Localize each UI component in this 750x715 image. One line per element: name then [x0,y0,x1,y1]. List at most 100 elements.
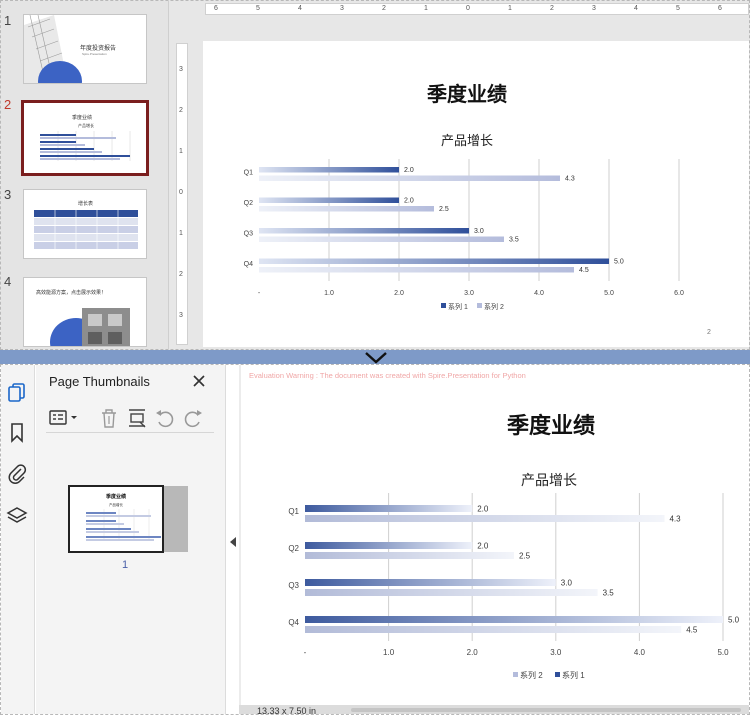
status-bar: 13.33 x 7.50 in [239,705,749,714]
slide-title: 季度业绩 [426,82,507,106]
legend-swatch [441,303,446,308]
bar-series-1 [305,579,556,586]
horizontal-scrollbar[interactable] [351,708,741,712]
x-tick-label: 5.0 [717,648,729,657]
y-tick-label: Q2 [244,200,253,207]
x-tick-label: 2.0 [394,290,404,297]
ruler-tick-label: 0 [466,5,470,12]
bar-series-1 [259,167,399,173]
slide-thumbnail-4[interactable]: 高效能源方案，点击展示效果！ [23,277,147,347]
ruler-tick-label: 2 [382,5,386,12]
data-label: 2.0 [404,198,414,205]
delete-page-icon[interactable] [98,407,120,429]
legend-entry: 系列 2 [484,302,504,311]
y-tick-label: Q3 [244,231,253,238]
slide-2-mini-chart [40,131,131,161]
data-label: 2.0 [477,505,489,514]
x-tick-label: 1.0 [324,290,334,297]
slide-canvas[interactable]: 季度业绩 产品增长 2 - 1.0 2.0 3.0 4.0 5.0 6.0 Q1 2.0 4.3 Q… [203,41,749,347]
legend-entry: 系列 1 [562,670,585,680]
insert-page-icon[interactable] [126,407,148,429]
slide-number-2: 2 [4,97,12,112]
ruler-tick-label: 6 [718,5,722,12]
slide-number-4: 4 [4,274,12,289]
data-label: 5.0 [728,616,740,625]
bar-series-2 [305,589,598,596]
ruler-tick-label: 5 [676,5,680,12]
page-thumbnail-mini-chart: 季度业绩 产品增长 [86,493,161,541]
chevron-down-icon[interactable] [364,351,388,365]
attachment-icon[interactable] [6,463,28,485]
bar-series-2 [305,626,682,633]
layers-icon[interactable] [6,505,28,527]
slide-thumbnail-panel[interactable]: 1 年度投资报告 Spire.Presentation 2 季度业绩 产品增长 [1,1,169,349]
thumbnail-subtitle: 产品增长 [109,502,123,507]
data-label: 4.3 [669,515,681,524]
ruler-tick-label: 4 [634,5,638,12]
data-label: 4.5 [579,267,589,274]
y-tick-label: Q4 [288,618,299,627]
slide-chart: 季度业绩 产品增长 2 - 1.0 2.0 3.0 4.0 5.0 6.0 Q1 2.0 4.3 Q… [244,82,711,336]
ruler-tick-label: 0 [179,189,183,196]
slide-thumbnail-3[interactable]: 增长表 [23,189,147,259]
ruler-tick-label: 3 [340,5,344,12]
page-thumbnails-icon[interactable] [6,381,28,403]
page-thumbnail-1[interactable]: 季度业绩 产品增长 [68,485,164,553]
slide-number-3: 3 [4,187,12,202]
rotate-counterclockwise-icon[interactable] [154,407,176,429]
pdf-chart-subtitle: 产品增长 [521,472,577,488]
bookmark-icon[interactable] [6,421,28,443]
y-tick-label: Q1 [244,170,253,177]
bar-series-2 [305,515,665,522]
ruler-tick-label: 1 [179,230,183,237]
y-tick-label: Q2 [288,544,299,553]
data-label: 3.5 [509,237,519,244]
slide-1-title: 年度投资报告 [80,46,117,52]
rotate-clockwise-icon[interactable] [182,407,204,429]
evaluation-warning: Evaluation Warning : The document was cr… [249,371,526,380]
data-label: 2.0 [404,167,414,174]
ruler-tick-label: 3 [179,312,183,319]
ruler-tick-label: 6 [214,5,218,12]
close-icon[interactable] [191,373,207,389]
x-tick-label: 4.0 [634,648,646,657]
page-thumbnails-panel: Page Thumbnails 季度业绩 产品增长 1 [36,365,226,714]
legend-entry: 系列 1 [448,302,468,311]
x-tick-label: 3.0 [550,648,562,657]
data-label: 4.5 [686,626,698,635]
presentation-editor-window: 1 年度投资报告 Spire.Presentation 2 季度业绩 产品增长 [0,0,750,350]
data-label: 3.5 [603,589,615,598]
horizontal-ruler: 6 5 4 3 2 1 0 1 2 3 4 5 6 [205,3,749,15]
legend-swatch [513,672,518,677]
bar-series-1 [305,616,723,623]
pdf-page-title: 季度业绩 [507,413,595,438]
bar-series-2 [259,267,574,273]
ruler-tick-label: 4 [298,5,302,12]
slide-thumbnail-2[interactable]: 季度业绩 产品增长 [21,100,149,176]
pdf-document-view[interactable]: Evaluation Warning : The document was cr… [239,365,749,714]
ruler-tick-label: 2 [550,5,554,12]
bar-series-1 [305,542,473,549]
slide-number-1: 1 [4,13,12,28]
x-tick-label: 6.0 [674,290,684,297]
collapse-panel-icon[interactable] [229,535,237,549]
slide-3-table-graphic [34,210,138,249]
legend-entry: 系列 2 [520,670,543,680]
thumbnail-toolbar [46,403,214,433]
thumbnail-options-icon[interactable] [48,407,82,429]
chart-subtitle: 产品增长 [441,133,493,148]
data-label: 5.0 [614,259,624,266]
x-tick-label: 4.0 [534,290,544,297]
y-tick-label: Q3 [288,581,299,590]
data-label: 2.0 [477,542,489,551]
slide-thumbnail-1[interactable]: 年度投资报告 Spire.Presentation [23,14,147,84]
bar-series-1 [259,228,469,234]
data-label: 3.0 [474,228,484,235]
x-tick-label: 3.0 [464,290,474,297]
ruler-tick-label: 3 [179,66,183,73]
x-tick-label: 5.0 [604,290,614,297]
pdf-viewer-window: Page Thumbnails 季度业绩 产品增长 1 Evaluation W… [0,364,750,715]
y-tick-label: Q4 [244,261,253,268]
ruler-tick-label: 2 [179,271,183,278]
thumbnail-scrollbar[interactable] [164,486,188,552]
